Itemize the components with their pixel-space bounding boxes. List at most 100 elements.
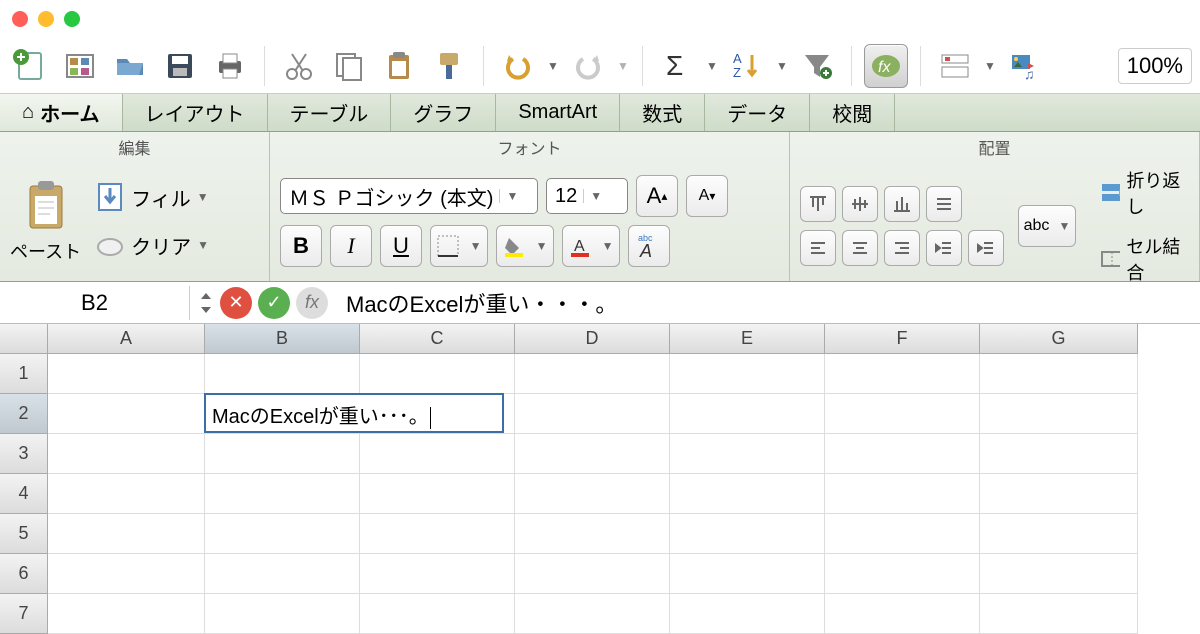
- cell-C1[interactable]: [360, 354, 515, 394]
- cell-B5[interactable]: [205, 514, 360, 554]
- cell-F5[interactable]: [825, 514, 980, 554]
- cell-A6[interactable]: [48, 554, 205, 594]
- tab-layout[interactable]: レイアウト: [123, 94, 268, 131]
- open-icon[interactable]: [108, 44, 152, 88]
- column-header-E[interactable]: E: [670, 324, 825, 354]
- cell-F3[interactable]: [825, 434, 980, 474]
- decrease-indent-button[interactable]: [926, 230, 962, 266]
- cell-E4[interactable]: [670, 474, 825, 514]
- templates-icon[interactable]: [58, 44, 102, 88]
- paste-button[interactable]: ペースト: [10, 178, 81, 264]
- align-left-button[interactable]: [800, 230, 836, 266]
- cell-G2[interactable]: [980, 394, 1138, 434]
- cell-C3[interactable]: [360, 434, 515, 474]
- autosum-icon[interactable]: Σ: [655, 44, 699, 88]
- row-header-7[interactable]: 7: [0, 594, 48, 634]
- cell-D3[interactable]: [515, 434, 670, 474]
- cell-E2[interactable]: [670, 394, 825, 434]
- cell-A1[interactable]: [48, 354, 205, 394]
- fill-button[interactable]: フィル ▼: [89, 180, 215, 214]
- align-center-button[interactable]: [842, 230, 878, 266]
- merge-cells-button[interactable]: セル結合: [1094, 231, 1189, 287]
- cell-G5[interactable]: [980, 514, 1138, 554]
- cell-E3[interactable]: [670, 434, 825, 474]
- row-header-5[interactable]: 5: [0, 514, 48, 554]
- tab-tables[interactable]: テーブル: [268, 94, 392, 131]
- row-header-6[interactable]: 6: [0, 554, 48, 594]
- confirm-edit-button[interactable]: ✓: [258, 287, 290, 319]
- grow-font-button[interactable]: A▴: [636, 175, 678, 217]
- show-hide-icon[interactable]: [933, 44, 977, 88]
- zoom-level[interactable]: 100%: [1118, 48, 1192, 84]
- row-header-1[interactable]: 1: [0, 354, 48, 394]
- italic-button[interactable]: I: [330, 225, 372, 267]
- cell-D5[interactable]: [515, 514, 670, 554]
- clear-button[interactable]: クリア ▼: [89, 228, 215, 262]
- media-browser-icon[interactable]: ♫: [1003, 44, 1047, 88]
- minimize-window-icon[interactable]: [38, 11, 54, 27]
- cancel-edit-button[interactable]: ✕: [220, 287, 252, 319]
- cell-C5[interactable]: [360, 514, 515, 554]
- cell-A5[interactable]: [48, 514, 205, 554]
- copy-icon[interactable]: [327, 44, 371, 88]
- tab-data[interactable]: データ: [705, 94, 810, 131]
- increase-indent-button[interactable]: [968, 230, 1004, 266]
- cell-B3[interactable]: [205, 434, 360, 474]
- align-justify-button[interactable]: [926, 186, 962, 222]
- cell-G3[interactable]: [980, 434, 1138, 474]
- cell-E6[interactable]: [670, 554, 825, 594]
- underline-button[interactable]: U: [380, 225, 422, 267]
- cell-F6[interactable]: [825, 554, 980, 594]
- formula-builder-icon[interactable]: fx: [864, 44, 908, 88]
- save-icon[interactable]: [158, 44, 202, 88]
- close-window-icon[interactable]: [12, 11, 28, 27]
- bold-button[interactable]: B: [280, 225, 322, 267]
- cell-B7[interactable]: [205, 594, 360, 634]
- print-icon[interactable]: [208, 44, 252, 88]
- zoom-window-icon[interactable]: [64, 11, 80, 27]
- tab-home[interactable]: ⌂ホーム: [0, 94, 123, 131]
- cell-B2[interactable]: MacのExcelが重い･･･。: [205, 394, 360, 434]
- cell-F4[interactable]: [825, 474, 980, 514]
- cell-E5[interactable]: [670, 514, 825, 554]
- row-header-4[interactable]: 4: [0, 474, 48, 514]
- cell-C7[interactable]: [360, 594, 515, 634]
- cell-F7[interactable]: [825, 594, 980, 634]
- cell-E7[interactable]: [670, 594, 825, 634]
- column-header-D[interactable]: D: [515, 324, 670, 354]
- new-document-icon[interactable]: [8, 44, 52, 88]
- orientation-button[interactable]: abc▼: [1018, 205, 1076, 247]
- cell-G1[interactable]: [980, 354, 1138, 394]
- column-header-C[interactable]: C: [360, 324, 515, 354]
- formula-input[interactable]: MacのExcelが重い・・・。: [336, 287, 1200, 319]
- font-name-combo[interactable]: ＭＳ Ｐゴシック (本文)▼: [280, 178, 538, 214]
- cell-D1[interactable]: [515, 354, 670, 394]
- align-bottom-button[interactable]: [884, 186, 920, 222]
- cell-F1[interactable]: [825, 354, 980, 394]
- paste-icon[interactable]: [377, 44, 421, 88]
- sort-dropdown[interactable]: ▼: [775, 59, 789, 73]
- column-header-F[interactable]: F: [825, 324, 980, 354]
- cell-A2[interactable]: [48, 394, 205, 434]
- align-top-button[interactable]: [800, 186, 836, 222]
- cell-A4[interactable]: [48, 474, 205, 514]
- filter-icon[interactable]: [795, 44, 839, 88]
- undo-icon[interactable]: [496, 44, 540, 88]
- row-header-3[interactable]: 3: [0, 434, 48, 474]
- cell-D7[interactable]: [515, 594, 670, 634]
- format-painter-icon[interactable]: [427, 44, 471, 88]
- row-header-2[interactable]: 2: [0, 394, 48, 434]
- undo-dropdown[interactable]: ▼: [546, 59, 560, 73]
- tab-smartart[interactable]: SmartArt: [496, 94, 620, 131]
- select-all-corner[interactable]: [0, 324, 48, 354]
- wrap-text-button[interactable]: 折り返し: [1094, 165, 1189, 221]
- cell-C4[interactable]: [360, 474, 515, 514]
- cell-B6[interactable]: [205, 554, 360, 594]
- column-header-A[interactable]: A: [48, 324, 205, 354]
- cell-C6[interactable]: [360, 554, 515, 594]
- column-header-B[interactable]: B: [205, 324, 360, 354]
- name-box[interactable]: B2: [0, 286, 190, 320]
- shrink-font-button[interactable]: A▾: [686, 175, 728, 217]
- cell-A3[interactable]: [48, 434, 205, 474]
- cell-B1[interactable]: [205, 354, 360, 394]
